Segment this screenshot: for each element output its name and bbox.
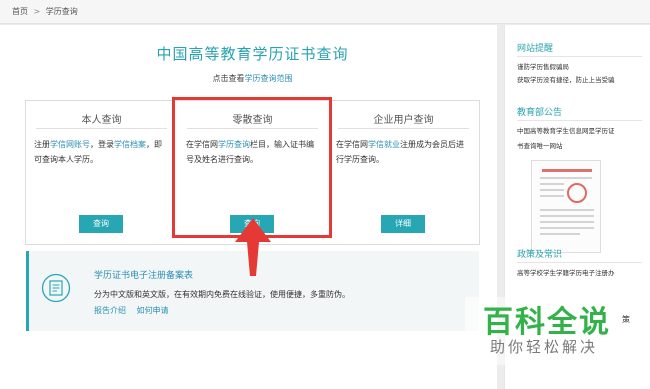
text: 注册 <box>34 140 50 149</box>
certificate-line <box>540 183 564 185</box>
query-scope-line: 点击查看学历查询范围 <box>0 73 505 84</box>
breadcrumb-current: 学历查询 <box>45 7 78 16</box>
tips-line-1[interactable]: 谨防学历售假骗局 <box>517 61 569 74</box>
sidebar-edge-text: 策 <box>622 315 630 324</box>
self-query-column: 本人查询 注册学信网账号，登录学信档案，即可查询本人学历。 查询 <box>26 101 177 244</box>
divider <box>36 128 167 129</box>
certificate-line <box>540 177 592 179</box>
certificate-line <box>540 209 594 211</box>
breadcrumb: 首页 > 学历查询 <box>12 6 81 17</box>
policy-heading: 政策及常识 <box>517 250 563 260</box>
how-to-apply-link[interactable]: 如何申请 <box>137 306 169 315</box>
certificate-line <box>540 227 594 229</box>
divider <box>517 262 642 263</box>
notice-line-1[interactable]: 中国高等教育学生信息网是学历证 <box>517 125 615 138</box>
register-description: 分为中文版和英文版，在有效期内免费在线验证，使用便捷，多重防伪。 <box>94 290 350 299</box>
watermark-title: 百科全说 <box>483 305 611 340</box>
self-query-button[interactable]: 查询 <box>79 215 123 233</box>
divider <box>517 56 642 57</box>
enterprise-query-column: 企业用户查询 在学信网学信就业注册成为会员后进行学历查询。 详细 <box>328 101 479 244</box>
chsi-archive-link[interactable]: 学信档案 <box>114 140 146 149</box>
notice-certificate-image[interactable] <box>531 160 601 253</box>
text: 在学信网 <box>336 140 368 149</box>
report-intro-link[interactable]: 报告介绍 <box>94 306 126 315</box>
breadcrumb-home-link[interactable]: 首页 <box>12 7 28 16</box>
certificate-header <box>542 169 592 172</box>
self-query-text: 注册学信网账号，登录学信档案，即可查询本人学历。 <box>34 137 169 167</box>
notice-heading: 教育部公告 <box>517 108 563 118</box>
chsi-account-link[interactable]: 学信网账号 <box>50 140 90 149</box>
query-scope-link[interactable]: 学历查询范围 <box>245 74 293 83</box>
document-icon <box>41 273 71 303</box>
register-title[interactable]: 学历证书电子注册备案表 <box>94 268 193 281</box>
red-arrow-icon <box>235 218 271 276</box>
certificate-line <box>540 215 594 217</box>
query-scope-prefix: 点击查看 <box>212 74 245 83</box>
self-query-title: 本人查询 <box>81 115 122 126</box>
highlight-box <box>172 97 332 238</box>
notice-line-2[interactable]: 书查询唯一网站 <box>517 140 563 153</box>
divider <box>517 120 642 121</box>
certificate-line <box>540 189 564 191</box>
tips-line-2[interactable]: 获取学历没有捷径，防止上当受骗 <box>517 74 615 87</box>
watermark-subtitle: 助你轻松解决 <box>490 338 599 356</box>
tips-heading: 网站提醒 <box>517 44 554 54</box>
divider <box>338 128 469 129</box>
enterprise-query-text: 在学信网学信就业注册成为会员后进行学历查询。 <box>336 137 471 167</box>
enterprise-detail-button[interactable]: 详细 <box>381 215 425 233</box>
top-bar: 首页 > 学历查询 <box>0 0 650 24</box>
certificate-line <box>540 221 594 223</box>
chsi-employment-link[interactable]: 学信就业 <box>368 140 400 149</box>
policy-line[interactable]: 高等学校学生学籍学历电子注册办 <box>517 267 615 280</box>
text: ，登录 <box>90 140 114 149</box>
page-title: 中国高等教育学历证书查询 <box>156 45 349 63</box>
enterprise-query-title: 企业用户查询 <box>373 115 434 126</box>
certificate-line <box>540 233 580 235</box>
certificate-line <box>540 195 564 197</box>
register-links: 报告介绍 如何申请 <box>94 305 177 316</box>
breadcrumb-separator: > <box>33 7 41 16</box>
certificate-seal <box>567 183 587 203</box>
